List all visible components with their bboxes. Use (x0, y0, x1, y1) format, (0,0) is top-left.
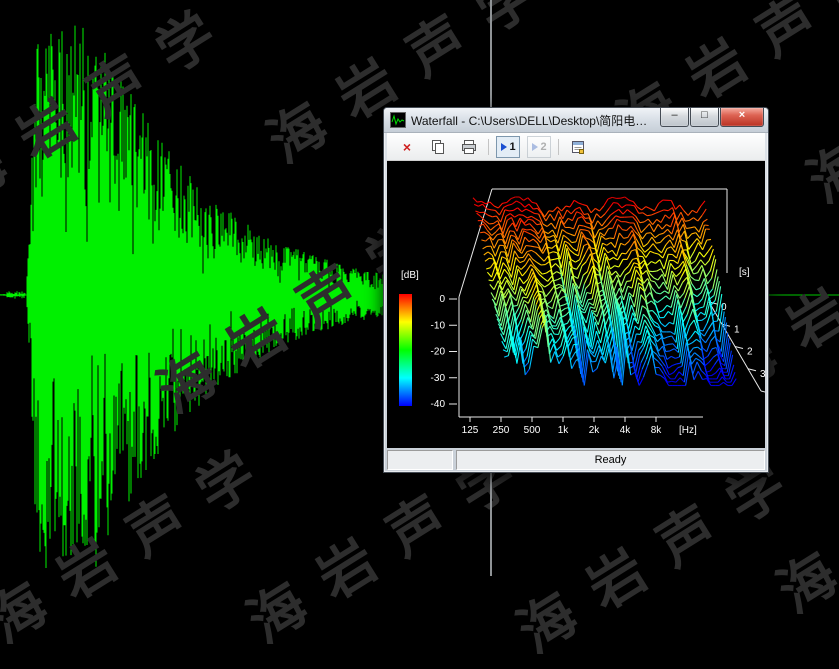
svg-text:[s]: [s] (739, 267, 750, 278)
print-button[interactable] (457, 136, 481, 158)
status-bar: Ready (387, 450, 765, 470)
window-title: Waterfall - C:\Users\DELL\Desktop\简阳电… (411, 112, 647, 129)
svg-text:4k: 4k (620, 425, 632, 436)
view-1-label: 1 (509, 141, 515, 153)
svg-text:-20: -20 (431, 347, 446, 358)
window-body: × 1 2 (384, 133, 768, 473)
delete-icon: × (403, 140, 411, 154)
maximize-button[interactable]: □ (690, 108, 719, 127)
copy-button[interactable] (426, 136, 450, 158)
svg-text:2k: 2k (589, 425, 601, 436)
properties-icon (570, 139, 586, 155)
svg-text:-10: -10 (431, 320, 446, 331)
properties-button[interactable] (566, 136, 590, 158)
view-2-label: 2 (540, 141, 546, 153)
status-panel-left (387, 450, 453, 470)
svg-text:1: 1 (734, 324, 740, 335)
minimize-button[interactable]: – (660, 108, 689, 127)
svg-text:8k: 8k (651, 425, 663, 436)
svg-text:1k: 1k (558, 425, 570, 436)
toolbar-separator (558, 139, 559, 155)
svg-text:3: 3 (760, 369, 765, 380)
svg-text:500: 500 (524, 425, 541, 436)
arrow-right-icon (531, 142, 539, 152)
svg-text:[dB]: [dB] (401, 270, 419, 281)
print-icon (461, 139, 477, 155)
app-icon[interactable] (390, 112, 406, 128)
arrow-right-icon (500, 142, 508, 152)
toolbar-separator (488, 139, 489, 155)
svg-text:0: 0 (439, 294, 445, 305)
close-button[interactable]: × (720, 108, 764, 127)
svg-text:125: 125 (462, 425, 479, 436)
copy-icon (430, 139, 446, 155)
svg-text:-30: -30 (431, 373, 446, 384)
delete-button[interactable]: × (395, 136, 419, 158)
view-1-button[interactable]: 1 (496, 136, 520, 158)
waterfall-plot-area: [dB]0-10-20-30-401252505001k2k4k8k[Hz]01… (387, 161, 765, 448)
svg-text:[Hz]: [Hz] (679, 425, 697, 436)
caption-buttons: – □ × (659, 108, 764, 127)
waterfall-window: Waterfall - C:\Users\DELL\Desktop\简阳电… –… (383, 107, 769, 473)
svg-text:2: 2 (747, 347, 753, 358)
svg-text:-40: -40 (431, 399, 446, 410)
status-text: Ready (456, 450, 765, 470)
svg-text:250: 250 (493, 425, 510, 436)
toolbar: × 1 2 (387, 133, 765, 161)
waterfall-3d-plot: [dB]0-10-20-30-401252505001k2k4k8k[Hz]01… (387, 161, 765, 448)
title-bar[interactable]: Waterfall - C:\Users\DELL\Desktop\简阳电… –… (384, 108, 768, 133)
view-2-button[interactable]: 2 (527, 136, 551, 158)
